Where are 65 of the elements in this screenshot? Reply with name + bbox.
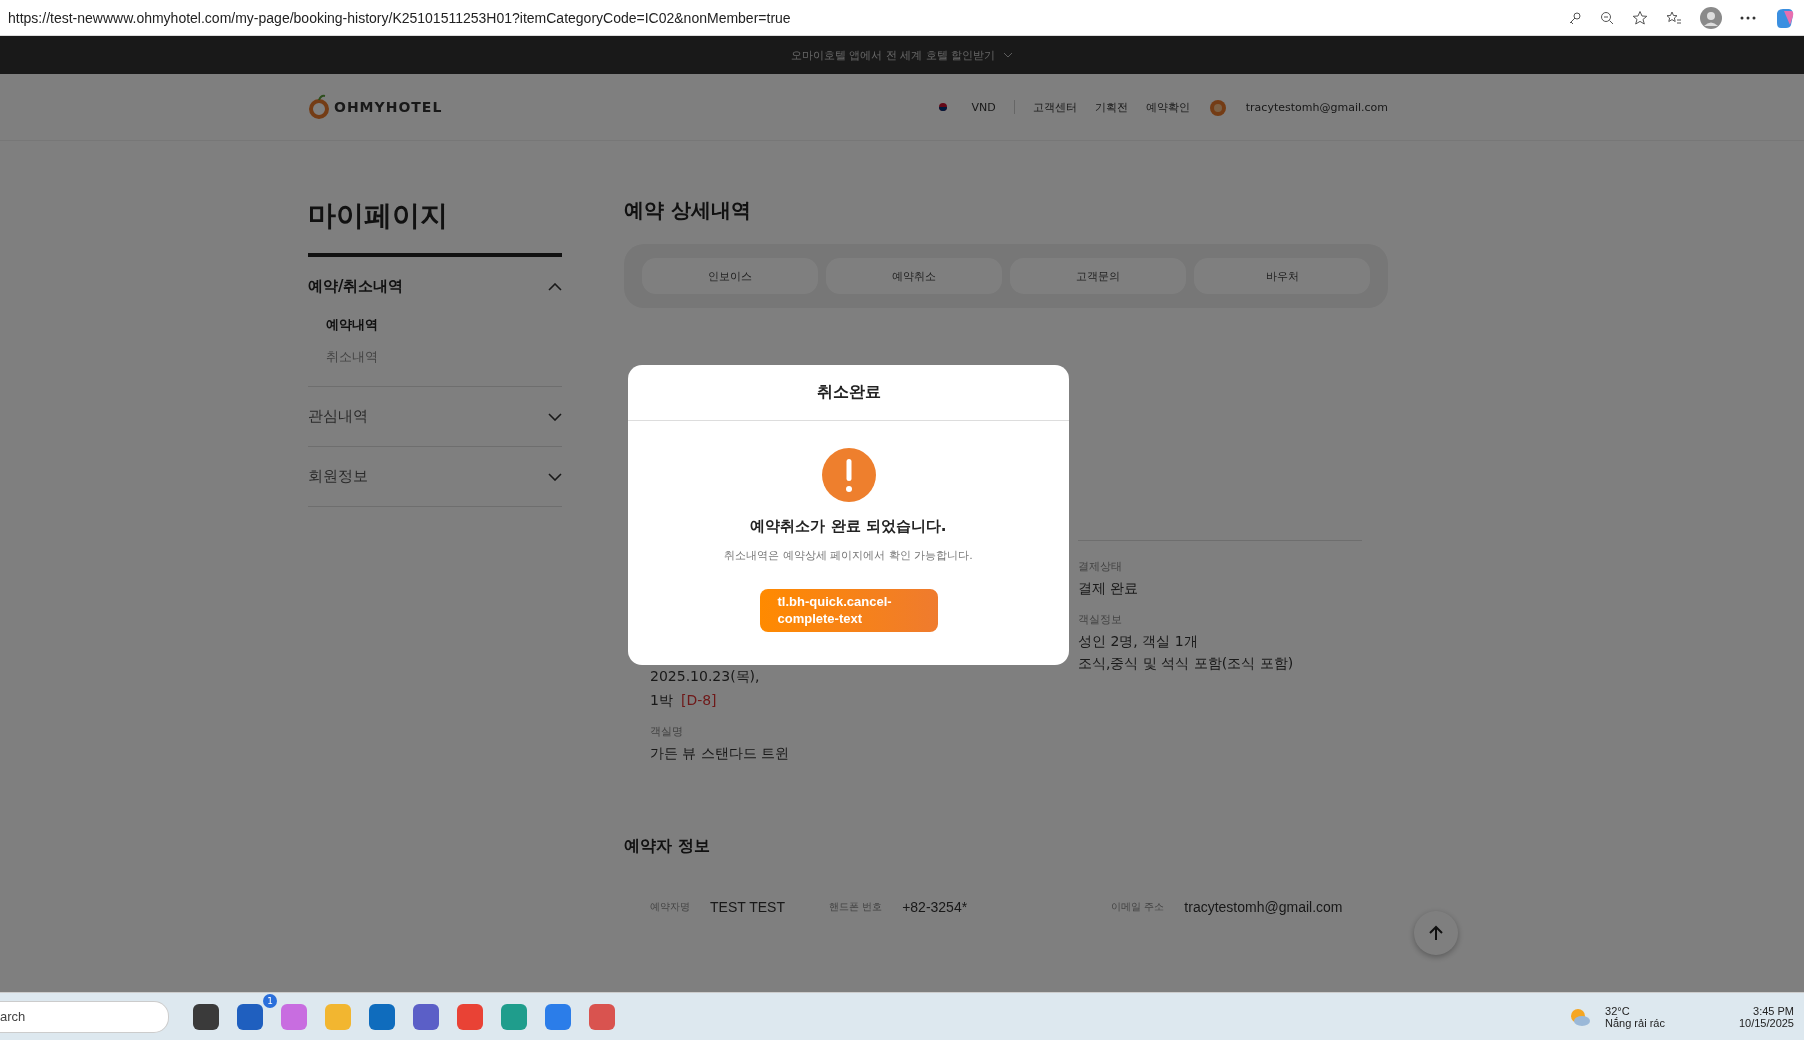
currency-selector[interactable]: VND bbox=[971, 100, 996, 114]
field-label: 예약자명 bbox=[650, 900, 690, 914]
star-icon[interactable] bbox=[1632, 9, 1648, 26]
nav-link[interactable]: 예약확인 bbox=[1145, 99, 1190, 115]
field-value: 가든 뷰 스탠다드 트윈 bbox=[650, 745, 791, 763]
app-icon[interactable] bbox=[369, 1003, 395, 1030]
confirm-button[interactable]: tl.bh-quick.cancel-complete-text bbox=[759, 589, 938, 632]
temperature-text: 32°C bbox=[1605, 1004, 1631, 1017]
field-label: 객실명 bbox=[650, 724, 684, 739]
menu-section[interactable]: 예약/취소내역 bbox=[308, 277, 562, 296]
chevron-icon bbox=[548, 472, 562, 481]
url-text[interactable]: https://test-newwww.ohmyhotel.com/my-page/booking-history/K25101511253H01?itemCategoryCode=IC02&nonMember=true bbox=[8, 9, 791, 26]
app-icon[interactable] bbox=[413, 1003, 439, 1030]
weather-text: Nắng rải rác bbox=[1605, 1016, 1665, 1029]
field-label: 객실정보 bbox=[1078, 612, 1123, 627]
menu-section[interactable]: 관심내역 bbox=[308, 407, 562, 426]
clock-date[interactable]: 10/15/2025 bbox=[1738, 1016, 1794, 1029]
dialog-message: 예약취소가 완료 되었습니다. bbox=[750, 517, 947, 536]
banner-text: 오마이호텔 앱에서 전 세계 호텔 할인받기 bbox=[790, 47, 996, 63]
field-value: 1박 [D-8] bbox=[650, 692, 718, 710]
field-value: +82-3254* bbox=[902, 899, 968, 915]
nav-link[interactable]: 고객센터 bbox=[1032, 99, 1077, 115]
menu-section[interactable]: 회원정보 bbox=[308, 467, 562, 486]
logo-icon[interactable] bbox=[308, 94, 330, 120]
action-button[interactable]: 바우처 bbox=[1194, 258, 1370, 294]
field-label: 결제상태 bbox=[1078, 559, 1123, 574]
logo-text[interactable]: OHMYHOTEL bbox=[334, 99, 443, 115]
chevron-icon bbox=[548, 282, 562, 291]
field-value: 조식,중식 및 석식 포함(조식 포함) bbox=[1078, 655, 1295, 673]
action-button[interactable]: 고객문의 bbox=[1010, 258, 1186, 294]
chevron-icon bbox=[548, 412, 562, 421]
more-icon[interactable] bbox=[1740, 15, 1756, 20]
app-icon[interactable] bbox=[237, 1003, 263, 1030]
section-title: 예약자 정보 bbox=[624, 836, 711, 857]
user-icon[interactable] bbox=[1207, 97, 1228, 117]
menu-item[interactable]: 취소내역 bbox=[308, 334, 562, 366]
app-icon[interactable] bbox=[193, 1003, 219, 1030]
nav-link[interactable]: 기획전 bbox=[1094, 99, 1128, 115]
user-email[interactable]: tracytestomh@gmail.com bbox=[1245, 100, 1388, 114]
field-value: 성인 2명, 객실 1개 bbox=[1078, 633, 1199, 651]
warning-icon bbox=[821, 448, 876, 502]
avatar-icon[interactable] bbox=[1700, 6, 1722, 29]
section-title: 예약 상세내역 bbox=[624, 197, 752, 224]
menu-item[interactable]: 예약내역 bbox=[308, 296, 562, 334]
promo-banner[interactable]: 오마이호텔 앱에서 전 세계 호텔 할인받기 bbox=[0, 36, 1804, 74]
page-title: 마이페이지 bbox=[308, 197, 562, 257]
scroll-top-button[interactable] bbox=[1414, 911, 1458, 955]
d-day-tag: [D-8] bbox=[680, 692, 717, 710]
search-field[interactable]: arch bbox=[0, 1000, 169, 1033]
dialog-hint: 취소내역은 예약상세 페이지에서 확인 가능합니다. bbox=[724, 548, 973, 563]
action-button[interactable]: 인보이스 bbox=[642, 258, 818, 294]
arrow-up-icon bbox=[1429, 925, 1443, 941]
field-value: 2025.10.23(목), bbox=[650, 668, 761, 686]
notification-badge: 1 bbox=[263, 993, 277, 1008]
dialog-title: 취소완료 bbox=[628, 365, 1069, 421]
copilot-icon[interactable] bbox=[1774, 6, 1796, 29]
field-value: tracytestomh@gmail.com bbox=[1184, 899, 1343, 915]
favorites-icon[interactable] bbox=[1666, 9, 1682, 26]
key-icon[interactable] bbox=[1568, 10, 1582, 25]
field-value: TEST TEST bbox=[710, 899, 785, 915]
field-value: 결제 완료 bbox=[1078, 580, 1140, 598]
zoom-out-icon[interactable] bbox=[1600, 10, 1614, 25]
clock-time[interactable]: 3:45 PM bbox=[1753, 1004, 1794, 1017]
chevron-down-icon bbox=[1003, 52, 1014, 58]
action-button[interactable]: 예약취소 bbox=[826, 258, 1002, 294]
